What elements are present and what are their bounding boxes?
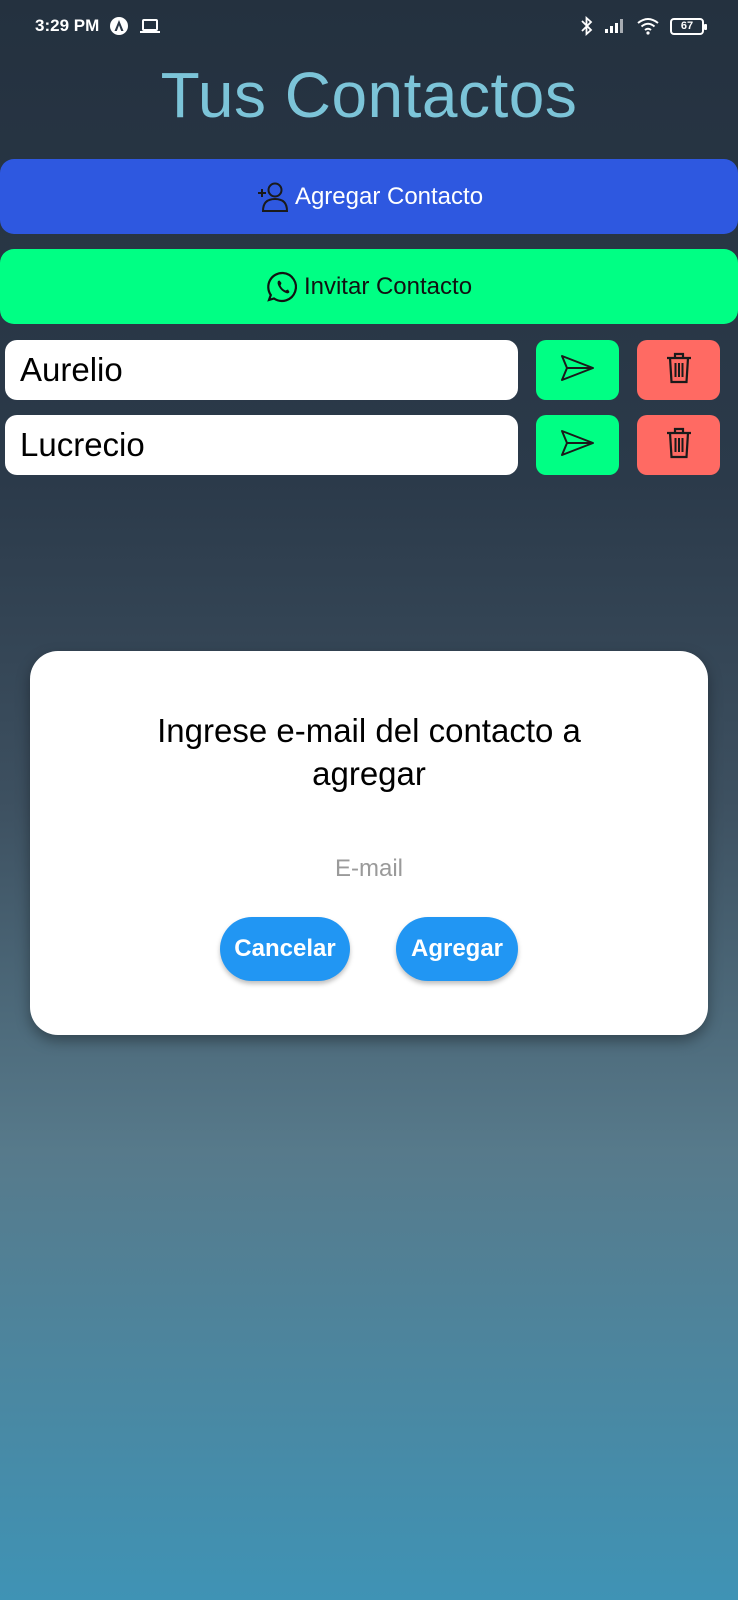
status-bar: 3:29 PM 67 <box>0 0 738 52</box>
contact-name-field[interactable]: Aurelio <box>5 340 518 400</box>
invite-contact-label: Invitar Contacto <box>303 272 473 300</box>
page-title: Tus Contactos <box>160 59 578 131</box>
add-contact-label: Agregar Contacto <box>294 182 484 210</box>
trash-icon <box>665 426 693 465</box>
battery-icon: 67 <box>670 17 707 35</box>
add-contact-dialog: Ingrese e-mail del contacto a agregar Ca… <box>30 651 708 1035</box>
add-contact-button[interactable]: Agregar Contacto <box>0 159 738 234</box>
signal-icon <box>604 17 626 35</box>
app-notification-icon <box>109 16 129 36</box>
wifi-icon <box>636 17 660 35</box>
contact-name-field[interactable]: Lucrecio <box>5 415 518 475</box>
bluetooth-icon <box>580 16 594 36</box>
trash-icon <box>665 351 693 390</box>
laptop-icon <box>139 17 161 35</box>
delete-button[interactable] <box>637 340 720 400</box>
status-time: 3:29 PM <box>35 16 100 35</box>
invite-contact-button[interactable]: Invitar Contacto <box>0 249 738 324</box>
send-icon <box>560 353 596 388</box>
contact-row: Lucrecio <box>5 415 721 475</box>
cancel-button[interactable]: Cancelar <box>220 917 350 981</box>
contact-row: Aurelio <box>5 340 721 400</box>
battery-level: 67 <box>680 20 694 32</box>
confirm-add-button[interactable]: Agregar <box>396 917 518 981</box>
send-icon <box>560 428 596 463</box>
dialog-message: Ingrese e-mail del contacto a agregar <box>157 712 581 792</box>
person-add-icon <box>255 179 291 215</box>
send-button[interactable] <box>536 415 619 475</box>
email-input[interactable] <box>219 849 519 889</box>
status-bar-right: 67 <box>580 16 707 36</box>
status-bar-left: 3:29 PM <box>35 16 161 36</box>
send-button[interactable] <box>536 340 619 400</box>
delete-button[interactable] <box>637 415 720 475</box>
whatsapp-icon <box>266 270 300 304</box>
